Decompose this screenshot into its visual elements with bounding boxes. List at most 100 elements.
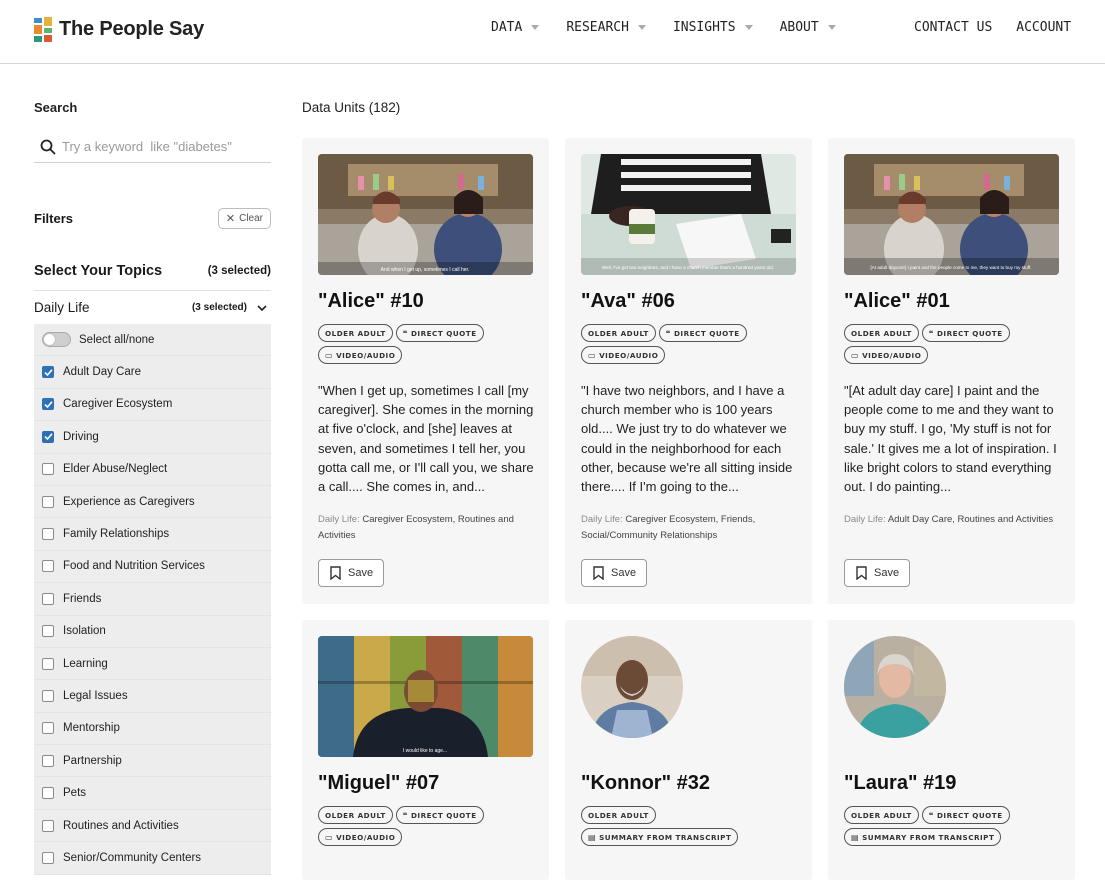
- topic-label: Legal Issues: [63, 689, 128, 702]
- tag-label: VIDEO/AUDIO: [599, 350, 659, 360]
- topic-checkbox[interactable]: [42, 819, 54, 832]
- tag-label: SUMMARY FROM TRANSCRIPT: [862, 832, 995, 842]
- bookmark-icon: [330, 566, 341, 580]
- video-thumbnail[interactable]: [At adult daycare] I paint and the peopl…: [844, 154, 1059, 275]
- topic-checkbox[interactable]: [42, 528, 54, 541]
- topic-checkbox-row[interactable]: Caregiver Ecosystem: [34, 389, 271, 422]
- tag-label: OLDER ADULT: [851, 810, 912, 820]
- topic-checkbox[interactable]: [42, 463, 54, 476]
- document-icon: ▤: [588, 832, 597, 842]
- topic-checkbox-row[interactable]: Driving: [34, 421, 271, 454]
- card-title[interactable]: "Alice" #10: [318, 290, 424, 313]
- topic-label: Isolation: [63, 625, 106, 638]
- tag-older-adult: OLDER ADULT: [844, 806, 919, 824]
- topic-checkbox-row[interactable]: Legal Issues: [34, 680, 271, 713]
- data-unit-card[interactable]: "Laura" #19 OLDER ADULT ❝ DIRECT QUOTE ▤ S…: [828, 620, 1075, 880]
- topic-label: Learning: [63, 657, 108, 670]
- tag-label: DIRECT QUOTE: [936, 810, 1003, 820]
- bookmark-icon: [856, 566, 867, 580]
- topic-checkbox-row[interactable]: Family Relationships: [34, 518, 271, 551]
- quote-icon: ❝: [402, 328, 408, 338]
- save-label: Save: [611, 567, 637, 579]
- topic-group-daily-life[interactable]: Daily Life (3 selected): [34, 290, 271, 324]
- topic-checkbox[interactable]: [42, 495, 54, 508]
- video-thumbnail[interactable]: And when I get up, sometimes I call her.: [318, 154, 533, 275]
- save-button[interactable]: Save: [844, 559, 910, 587]
- nav-insights[interactable]: INSIGHTS: [673, 20, 753, 35]
- topic-checkbox-row[interactable]: Senior/Community Centers: [34, 842, 271, 875]
- filters-header: Filters ✕ Clear: [34, 207, 271, 229]
- topic-checkbox[interactable]: [42, 430, 54, 443]
- avatar: [844, 636, 946, 738]
- data-unit-card[interactable]: I would like to age... "Miguel" #07 OLDE…: [302, 620, 549, 880]
- nav-contact-us[interactable]: CONTACT US: [914, 20, 992, 35]
- topics-header: Select Your Topics (3 selected): [34, 260, 271, 282]
- data-unit-card[interactable]: "Konnor" #32 OLDER ADULT ▤ SUMMARY FROM T…: [565, 620, 812, 880]
- card-title[interactable]: "Konnor" #32: [581, 772, 710, 795]
- topic-checkbox-row[interactable]: Mentorship: [34, 713, 271, 746]
- nav-about[interactable]: ABOUT: [780, 20, 836, 35]
- video-thumbnail[interactable]: Well, I've got two neighbors, and I have…: [581, 154, 796, 275]
- topic-checkbox[interactable]: [42, 754, 54, 767]
- topic-checkbox[interactable]: [42, 592, 54, 605]
- topic-checkbox-row[interactable]: Adult Day Care: [34, 356, 271, 389]
- card-title[interactable]: "Laura" #19: [844, 772, 956, 795]
- nav-account[interactable]: ACCOUNT: [1016, 20, 1071, 35]
- topic-group-key: Daily Life:: [581, 514, 623, 525]
- tag-list: OLDER ADULT ❝ DIRECT QUOTE ▤ SUMMARY FROM …: [844, 806, 1064, 846]
- topic-checkbox-row[interactable]: Food and Nutrition Services: [34, 551, 271, 584]
- topic-checkbox[interactable]: [42, 787, 54, 800]
- search-input[interactable]: [62, 139, 262, 154]
- data-unit-card[interactable]: [At adult daycare] I paint and the peopl…: [828, 138, 1075, 604]
- video-caption: And when I get up, sometimes I call her.: [381, 267, 470, 273]
- topic-checkbox[interactable]: [42, 398, 54, 411]
- topic-checkbox-row[interactable]: Pets: [34, 777, 271, 810]
- topic-checkbox[interactable]: [42, 366, 54, 379]
- data-unit-card[interactable]: Well, I've got two neighbors, and I have…: [565, 138, 812, 604]
- topic-checkbox-row[interactable]: Elder Abuse/Neglect: [34, 454, 271, 486]
- nav-research[interactable]: RESEARCH: [566, 20, 646, 35]
- save-label: Save: [874, 567, 900, 579]
- card-title[interactable]: "Miguel" #07: [318, 772, 439, 795]
- tag-label: OLDER ADULT: [325, 328, 386, 338]
- save-button[interactable]: Save: [581, 559, 647, 587]
- nav-data[interactable]: DATA: [491, 20, 540, 35]
- tag-label: DIRECT QUOTE: [673, 328, 740, 338]
- card-title[interactable]: "Alice" #01: [844, 290, 950, 313]
- topic-checkbox[interactable]: [42, 851, 54, 864]
- topic-checkbox-row[interactable]: Learning: [34, 648, 271, 681]
- topic-label: Family Relationships: [63, 528, 170, 541]
- topic-values: Adult Day Care, Routines and Activities: [887, 514, 1054, 525]
- brand-logo[interactable]: The People Say: [34, 17, 204, 42]
- topic-checkbox[interactable]: [42, 560, 54, 573]
- topic-checkbox[interactable]: [42, 625, 54, 638]
- document-icon: ▤: [851, 832, 860, 842]
- topic-checkbox[interactable]: [42, 689, 54, 702]
- topic-checkbox-row[interactable]: Routines and Activities: [34, 810, 271, 843]
- topic-label: Food and Nutrition Services: [63, 560, 205, 573]
- tag-summary-from-transcript: ▤ SUMMARY FROM TRANSCRIPT: [844, 828, 1002, 846]
- video-icon: ▭: [325, 350, 334, 360]
- topic-checkbox-row[interactable]: Friends: [34, 583, 271, 616]
- tag-label: OLDER ADULT: [851, 328, 912, 338]
- select-all-toggle[interactable]: [42, 332, 71, 348]
- topic-checkbox[interactable]: [42, 722, 54, 735]
- clear-filters-button[interactable]: ✕ Clear: [217, 207, 271, 229]
- save-label: Save: [348, 567, 374, 579]
- video-caption: I would like to age...: [403, 748, 447, 754]
- tag-older-adult: OLDER ADULT: [581, 324, 656, 342]
- select-all-toggle-row[interactable]: Select all/none: [34, 324, 271, 357]
- portrait-image: [581, 636, 683, 738]
- card-title[interactable]: "Ava" #06: [581, 290, 675, 313]
- save-button[interactable]: Save: [318, 559, 384, 587]
- video-thumbnail[interactable]: I would like to age...: [318, 636, 533, 757]
- main-nav: DATA RESEARCH INSIGHTS ABOUT: [491, 20, 863, 35]
- nav-data-label: DATA: [491, 20, 523, 35]
- topic-checkbox[interactable]: [42, 657, 54, 670]
- chevron-down-icon: [827, 25, 836, 30]
- topic-checklist: Select all/none Adult Day Care Caregiver …: [34, 324, 271, 875]
- topic-checkbox-row[interactable]: Partnership: [34, 745, 271, 778]
- topic-checkbox-row[interactable]: Isolation: [34, 616, 271, 648]
- topic-checkbox-row[interactable]: Experience as Caregivers: [34, 486, 271, 519]
- data-unit-card[interactable]: And when I get up, sometimes I call her.…: [302, 138, 549, 604]
